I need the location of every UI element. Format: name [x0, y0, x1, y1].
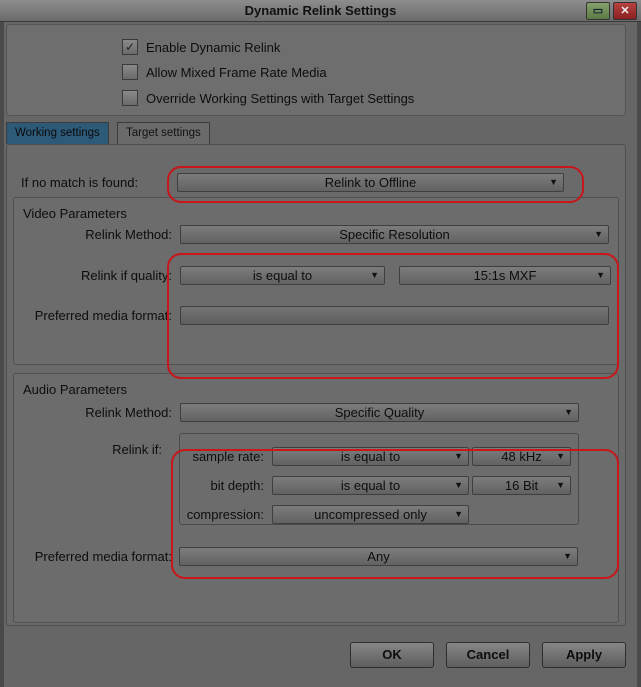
- compression-dropdown[interactable]: uncompressed only ▼: [272, 505, 469, 524]
- override-working-settings-option[interactable]: Override Working Settings with Target Se…: [122, 89, 414, 107]
- enable-dynamic-relink-label: Enable Dynamic Relink: [146, 39, 281, 55]
- audio-preferred-format-value: Any: [367, 549, 390, 564]
- no-match-dropdown[interactable]: Relink to Offline ▼: [177, 173, 564, 192]
- chevron-down-icon: ▼: [454, 480, 463, 490]
- video-preferred-format-label: Preferred media format:: [34, 308, 172, 323]
- audio-parameters-title: Audio Parameters: [23, 382, 128, 397]
- close-icon[interactable]: ✕: [613, 2, 637, 20]
- video-relink-method-value: Specific Resolution: [339, 227, 450, 242]
- window-title: Dynamic Relink Settings: [244, 3, 397, 18]
- chevron-down-icon: ▼: [454, 509, 463, 519]
- bit-depth-operator-value: is equal to: [340, 478, 401, 493]
- audio-preferred-format-label: Preferred media format:: [34, 549, 172, 564]
- allow-mixed-frame-rate-option[interactable]: Allow Mixed Frame Rate Media: [122, 63, 327, 81]
- bit-depth-label: bit depth:: [210, 478, 265, 493]
- ok-button[interactable]: OK: [350, 642, 434, 668]
- video-quality-operator-value: is equal to: [252, 268, 313, 283]
- audio-preferred-format-dropdown[interactable]: Any ▼: [179, 547, 578, 566]
- compression-value: uncompressed only: [314, 507, 427, 522]
- chevron-down-icon: ▼: [370, 270, 379, 280]
- no-match-value: Relink to Offline: [324, 175, 417, 190]
- allow-mixed-frame-rate-label: Allow Mixed Frame Rate Media: [146, 64, 327, 80]
- audio-relink-method-value: Specific Quality: [334, 405, 425, 420]
- bit-depth-value: 16 Bit: [504, 478, 539, 493]
- audio-relink-method-dropdown[interactable]: Specific Quality ▼: [180, 403, 579, 422]
- chevron-down-icon: ▼: [549, 177, 558, 187]
- apply-button[interactable]: Apply: [542, 642, 626, 668]
- video-parameters-title: Video Parameters: [23, 206, 127, 221]
- override-working-settings-label: Override Working Settings with Target Se…: [146, 90, 415, 106]
- maximize-icon[interactable]: ▭: [586, 2, 610, 20]
- bit-depth-operator-dropdown[interactable]: is equal to ▼: [272, 476, 469, 495]
- video-relink-method-label: Relink Method:: [85, 227, 172, 242]
- sample-rate-value: 48 kHz: [501, 449, 542, 464]
- enable-dynamic-relink-option[interactable]: ✓ Enable Dynamic Relink: [122, 38, 280, 56]
- audio-relink-method-label: Relink Method:: [85, 405, 172, 420]
- title-bar: Dynamic Relink Settings ▭ ✕: [0, 0, 641, 22]
- video-quality-value-dropdown[interactable]: 15:1s MXF ▼: [399, 266, 611, 285]
- settings-panel: If no match is found: Relink to Offline …: [6, 144, 626, 626]
- sample-rate-label: sample rate:: [192, 449, 264, 464]
- options-panel: ✓ Enable Dynamic Relink Allow Mixed Fram…: [6, 24, 626, 116]
- video-quality-operator-dropdown[interactable]: is equal to ▼: [180, 266, 385, 285]
- sample-rate-operator-dropdown[interactable]: is equal to ▼: [272, 447, 469, 466]
- allow-mixed-frame-rate-checkbox[interactable]: [122, 64, 138, 80]
- chevron-down-icon: ▼: [454, 451, 463, 461]
- dialog-body: ✓ Enable Dynamic Relink Allow Mixed Fram…: [4, 22, 637, 687]
- video-relink-method-dropdown[interactable]: Specific Resolution ▼: [180, 225, 609, 244]
- bit-depth-value-dropdown[interactable]: 16 Bit ▼: [472, 476, 571, 495]
- chevron-down-icon: ▼: [596, 270, 605, 280]
- sample-rate-operator-value: is equal to: [340, 449, 401, 464]
- sample-rate-value-dropdown[interactable]: 48 kHz ▼: [472, 447, 571, 466]
- video-preferred-format-field[interactable]: [180, 306, 609, 325]
- chevron-down-icon: ▼: [563, 551, 572, 561]
- override-working-settings-checkbox[interactable]: [122, 90, 138, 106]
- compression-label: compression:: [186, 507, 264, 522]
- no-match-label: If no match is found:: [21, 175, 139, 190]
- tab-working-settings[interactable]: Working settings: [6, 122, 109, 144]
- chevron-down-icon: ▼: [556, 451, 565, 461]
- tab-target-settings[interactable]: Target settings: [117, 122, 210, 144]
- enable-dynamic-relink-checkbox[interactable]: ✓: [122, 39, 138, 55]
- chevron-down-icon: ▼: [556, 480, 565, 490]
- audio-relink-if-label: Relink if:: [112, 442, 162, 457]
- cancel-button[interactable]: Cancel: [446, 642, 530, 668]
- video-quality-value: 15:1s MXF: [473, 268, 537, 283]
- chevron-down-icon: ▼: [594, 229, 603, 239]
- video-relink-quality-label: Relink if quality:: [80, 268, 172, 283]
- chevron-down-icon: ▼: [564, 407, 573, 417]
